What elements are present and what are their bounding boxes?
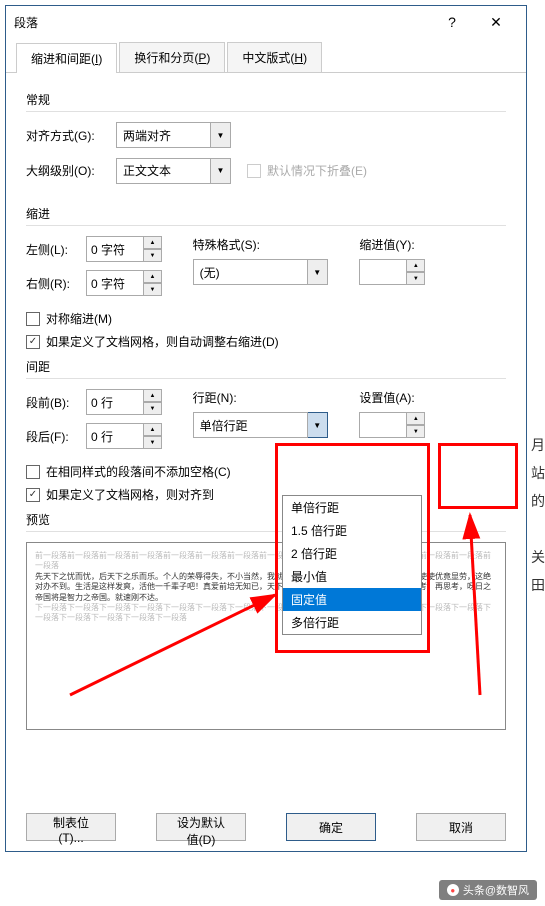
autoindent-label: 如果定义了文档网格，则自动调整右缩进(D) <box>46 333 279 350</box>
linespace-label: 行距(N): <box>193 389 340 406</box>
preview-area: 前一段落前一段落前一段落前一段落前一段落前一段落前一段落前一段落前一段落前一段落… <box>26 542 506 730</box>
linespace-dropdown-btn[interactable]: ▼ <box>308 412 328 438</box>
bg-char-1: 月 <box>531 435 545 455</box>
tab-indent-spacing[interactable]: 缩进和间距(I) <box>16 43 117 73</box>
indentval-input[interactable] <box>359 259 407 285</box>
group-indent: 缩进 <box>26 205 506 226</box>
right-up[interactable]: ▲ <box>144 270 162 283</box>
cancel-button[interactable]: 取消 <box>416 813 506 841</box>
bg-char-5: 田 <box>531 575 545 595</box>
right-down[interactable]: ▼ <box>144 283 162 296</box>
dd-option-double[interactable]: 2 倍行距 <box>283 542 421 565</box>
right-spinner[interactable]: ▲▼ <box>86 270 162 296</box>
default-button[interactable]: 设为默认值(D) <box>156 813 246 841</box>
before-label: 段前(B): <box>26 394 86 411</box>
collapse-label: 默认情况下折叠(E) <box>267 162 367 179</box>
after-input[interactable] <box>86 423 144 449</box>
indentval-up[interactable]: ▲ <box>407 259 425 272</box>
setval-spinner[interactable]: ▲▼ <box>359 412 506 438</box>
dd-option-fixed[interactable]: 固定值 <box>283 588 421 611</box>
autoindent-checkbox[interactable]: ✓ <box>26 335 40 349</box>
align-dropdown-btn[interactable]: ▼ <box>211 122 231 148</box>
bg-char-3: 的 <box>531 491 545 511</box>
watermark-icon: ● <box>447 884 459 896</box>
after-spinner[interactable]: ▲▼ <box>86 423 162 449</box>
bg-char-4: 关 <box>531 547 545 567</box>
outline-dropdown-btn[interactable]: ▼ <box>211 158 231 184</box>
before-input[interactable] <box>86 389 144 415</box>
group-general: 常规 <box>26 91 506 112</box>
watermark-text: 头条@数智风 <box>463 882 529 898</box>
setval-down[interactable]: ▼ <box>407 425 425 438</box>
snapgrid-label: 如果定义了文档网格，则对齐到 <box>46 486 214 503</box>
align-label: 对齐方式(G): <box>26 127 116 144</box>
mirror-label: 对称缩进(M) <box>46 310 112 327</box>
help-button[interactable]: ? <box>430 7 474 37</box>
indentval-label: 缩进值(Y): <box>359 236 506 253</box>
linespace-dropdown-list[interactable]: 单倍行距 1.5 倍行距 2 倍行距 最小值 固定值 多倍行距 <box>282 495 422 635</box>
left-up[interactable]: ▲ <box>144 236 162 249</box>
setval-up[interactable]: ▲ <box>407 412 425 425</box>
after-up[interactable]: ▲ <box>144 423 162 436</box>
after-label: 段后(F): <box>26 428 86 445</box>
linespace-input[interactable] <box>193 412 308 438</box>
group-preview: 预览 <box>26 511 506 532</box>
preview-gray-before: 前一段落前一段落前一段落前一段落前一段落前一段落前一段落前一段落前一段落前一段落… <box>35 551 497 572</box>
outline-label: 大纲级别(O): <box>26 162 116 179</box>
right-label: 右侧(R): <box>26 275 86 292</box>
collapse-checkbox <box>247 164 261 178</box>
close-button[interactable]: ✕ <box>474 7 518 37</box>
left-spinner[interactable]: ▲▼ <box>86 236 162 262</box>
after-down[interactable]: ▼ <box>144 436 162 449</box>
linespace-combo[interactable]: ▼ <box>193 412 340 438</box>
snapgrid-checkbox[interactable]: ✓ <box>26 488 40 502</box>
tab-bar: 缩进和间距(I) 换行和分页(P) 中文版式(H) <box>6 38 526 73</box>
left-input[interactable] <box>86 236 144 262</box>
dd-option-min[interactable]: 最小值 <box>283 565 421 588</box>
indentval-down[interactable]: ▼ <box>407 272 425 285</box>
dd-option-multi[interactable]: 多倍行距 <box>283 611 421 634</box>
ok-button[interactable]: 确定 <box>286 813 376 841</box>
left-label: 左侧(L): <box>26 241 86 258</box>
group-spacing: 间距 <box>26 358 506 379</box>
dd-option-1-5[interactable]: 1.5 倍行距 <box>283 519 421 542</box>
special-combo[interactable]: ▼ <box>193 259 340 285</box>
outline-input[interactable] <box>116 158 211 184</box>
dd-option-single[interactable]: 单倍行距 <box>283 496 421 519</box>
bg-char-2: 站 <box>531 463 545 483</box>
right-input[interactable] <box>86 270 144 296</box>
setval-input[interactable] <box>359 412 407 438</box>
dialog-title: 段落 <box>14 14 430 31</box>
align-combo[interactable]: ▼ <box>116 122 231 148</box>
tab-line-page[interactable]: 换行和分页(P) <box>119 42 225 72</box>
preview-sample-text: 先天下之忧而忧，后天下之乐而乐。个人的荣辱得失，不小当然，我就怀一意愿足。赏我住… <box>35 572 497 603</box>
mirror-checkbox[interactable] <box>26 312 40 326</box>
before-spinner[interactable]: ▲▼ <box>86 389 162 415</box>
nosame-checkbox[interactable] <box>26 465 40 479</box>
left-down[interactable]: ▼ <box>144 249 162 262</box>
special-input[interactable] <box>193 259 308 285</box>
before-up[interactable]: ▲ <box>144 389 162 402</box>
setval-label: 设置值(A): <box>359 389 506 406</box>
before-down[interactable]: ▼ <box>144 402 162 415</box>
outline-combo[interactable]: ▼ <box>116 158 231 184</box>
preview-gray-after: 下一段落下一段落下一段落下一段落下一段落下一段落下一段落下一段落下一段落下一段落… <box>35 603 497 624</box>
nosame-label: 在相同样式的段落间不添加空格(C) <box>46 463 231 480</box>
special-label: 特殊格式(S): <box>193 236 340 253</box>
watermark: ● 头条@数智风 <box>439 880 537 900</box>
special-dropdown-btn[interactable]: ▼ <box>308 259 328 285</box>
tab-chinese[interactable]: 中文版式(H) <box>227 42 322 72</box>
indentval-spinner[interactable]: ▲▼ <box>359 259 506 285</box>
tabstops-button[interactable]: 制表位(T)... <box>26 813 116 841</box>
align-input[interactable] <box>116 122 211 148</box>
